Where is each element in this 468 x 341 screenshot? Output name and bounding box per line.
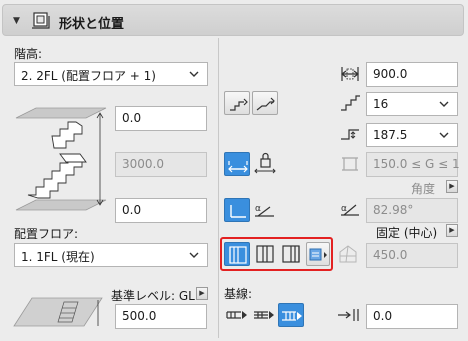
slope-angle-value: 82.98°	[373, 203, 414, 217]
riser-height-icon	[341, 129, 359, 140]
baseline-label: 基線:	[224, 287, 253, 301]
column-divider	[218, 38, 219, 338]
baseline-offset-value: 0.0	[373, 309, 393, 323]
going-rule-value: 150.0 ≤ G ≤ 1	[373, 157, 460, 171]
chevron-down-icon	[439, 101, 449, 107]
panel-header[interactable]: ▼ 形状と位置	[2, 4, 464, 36]
bottom-offset-input[interactable]: 0.0	[115, 198, 207, 223]
stair-width-input[interactable]: 900.0	[366, 62, 458, 87]
slope-angle-input: 82.98°	[366, 198, 458, 223]
stair-type-right-icon[interactable]	[278, 242, 304, 266]
stair-width-value: 900.0	[373, 67, 408, 81]
story-select-value: 2. 2FL (配置フロア + 1)	[21, 69, 156, 83]
shape-position-icon	[32, 12, 50, 29]
angle-label: 角度	[411, 182, 436, 196]
stair-height-input: 3000.0	[115, 152, 207, 177]
top-offset-input[interactable]: 0.0	[115, 106, 207, 131]
chevron-down-icon	[189, 252, 199, 258]
angle-mode-icon[interactable]: α	[252, 198, 278, 222]
baseline-right-icon	[282, 311, 302, 321]
riser-count-select[interactable]: 16	[366, 92, 458, 116]
ref-level-menu-button[interactable]: ▶	[196, 287, 208, 300]
stair-direction-icon	[256, 97, 275, 111]
svg-text:α: α	[255, 204, 261, 214]
svg-text:α: α	[341, 204, 347, 214]
home-floor-select-value: 1. 1FL (現在)	[21, 250, 95, 264]
baseline-offset-input[interactable]: 0.0	[366, 304, 458, 329]
baseline-center-icon[interactable]	[251, 303, 277, 327]
stair-type-center-icon[interactable]	[252, 242, 278, 266]
ref-level-illustration	[13, 297, 103, 327]
lock-height-icon	[228, 161, 248, 173]
panel-title: 形状と位置	[59, 17, 125, 32]
story-label: 階高:	[14, 47, 43, 61]
bottom-offset-value: 0.0	[122, 203, 142, 217]
ref-level-label: 基準レベル: GL	[111, 289, 195, 303]
ref-level-value: 500.0	[122, 309, 157, 323]
story-select[interactable]: 2. 2FL (配置フロア + 1)	[14, 62, 208, 86]
home-floor-select[interactable]: 1. 1FL (現在)	[14, 243, 208, 267]
stair-width-icon	[341, 67, 359, 81]
stair-type-custom-button[interactable]	[306, 242, 330, 266]
fixed-label: 固定 (中心)	[376, 226, 438, 240]
chevron-down-icon	[189, 71, 199, 77]
stair-flip-button[interactable]	[224, 91, 250, 115]
fixed-offset-input: 450.0	[366, 243, 458, 268]
riser-count-value: 16	[373, 97, 389, 111]
top-offset-value: 0.0	[122, 111, 142, 125]
going-rule-icon	[342, 157, 358, 171]
collapse-triangle-icon[interactable]: ▼	[13, 16, 20, 26]
angle-menu-button[interactable]: ▶	[446, 180, 458, 193]
chevron-down-icon	[439, 132, 449, 138]
stair-section-illustration	[15, 107, 107, 211]
stair-direction-button[interactable]	[252, 91, 278, 115]
baseline-left-icon[interactable]	[224, 303, 250, 327]
riser-height-select[interactable]: 187.5	[366, 123, 458, 147]
stair-type-custom-icon	[309, 248, 327, 261]
stair-type-left-icon	[229, 246, 247, 264]
fixed-offset-value: 450.0	[373, 248, 408, 262]
baseline-offset-icon	[338, 309, 359, 321]
ref-level-input[interactable]: 500.0	[115, 304, 207, 329]
riser-height-value: 187.5	[373, 128, 408, 142]
stair-height-value: 3000.0	[122, 157, 164, 171]
winder-icon	[339, 245, 357, 263]
home-floor-label: 配置フロア:	[14, 227, 79, 241]
slope-angle-icon: α	[341, 204, 359, 216]
slope-mode-icon	[230, 205, 246, 218]
going-rule-input: 150.0 ≤ G ≤ 1	[366, 152, 460, 177]
slope-mode-toggle[interactable]	[224, 198, 250, 222]
lock-height-toggle[interactable]	[224, 152, 250, 176]
stair-type-left-button[interactable]	[224, 242, 250, 266]
fixed-menu-button[interactable]: ▶	[446, 224, 458, 237]
baseline-right-toggle[interactable]	[278, 303, 304, 327]
stair-flip-icon	[230, 98, 248, 111]
padlock-icon[interactable]	[253, 152, 277, 176]
riser-count-icon	[341, 95, 360, 111]
